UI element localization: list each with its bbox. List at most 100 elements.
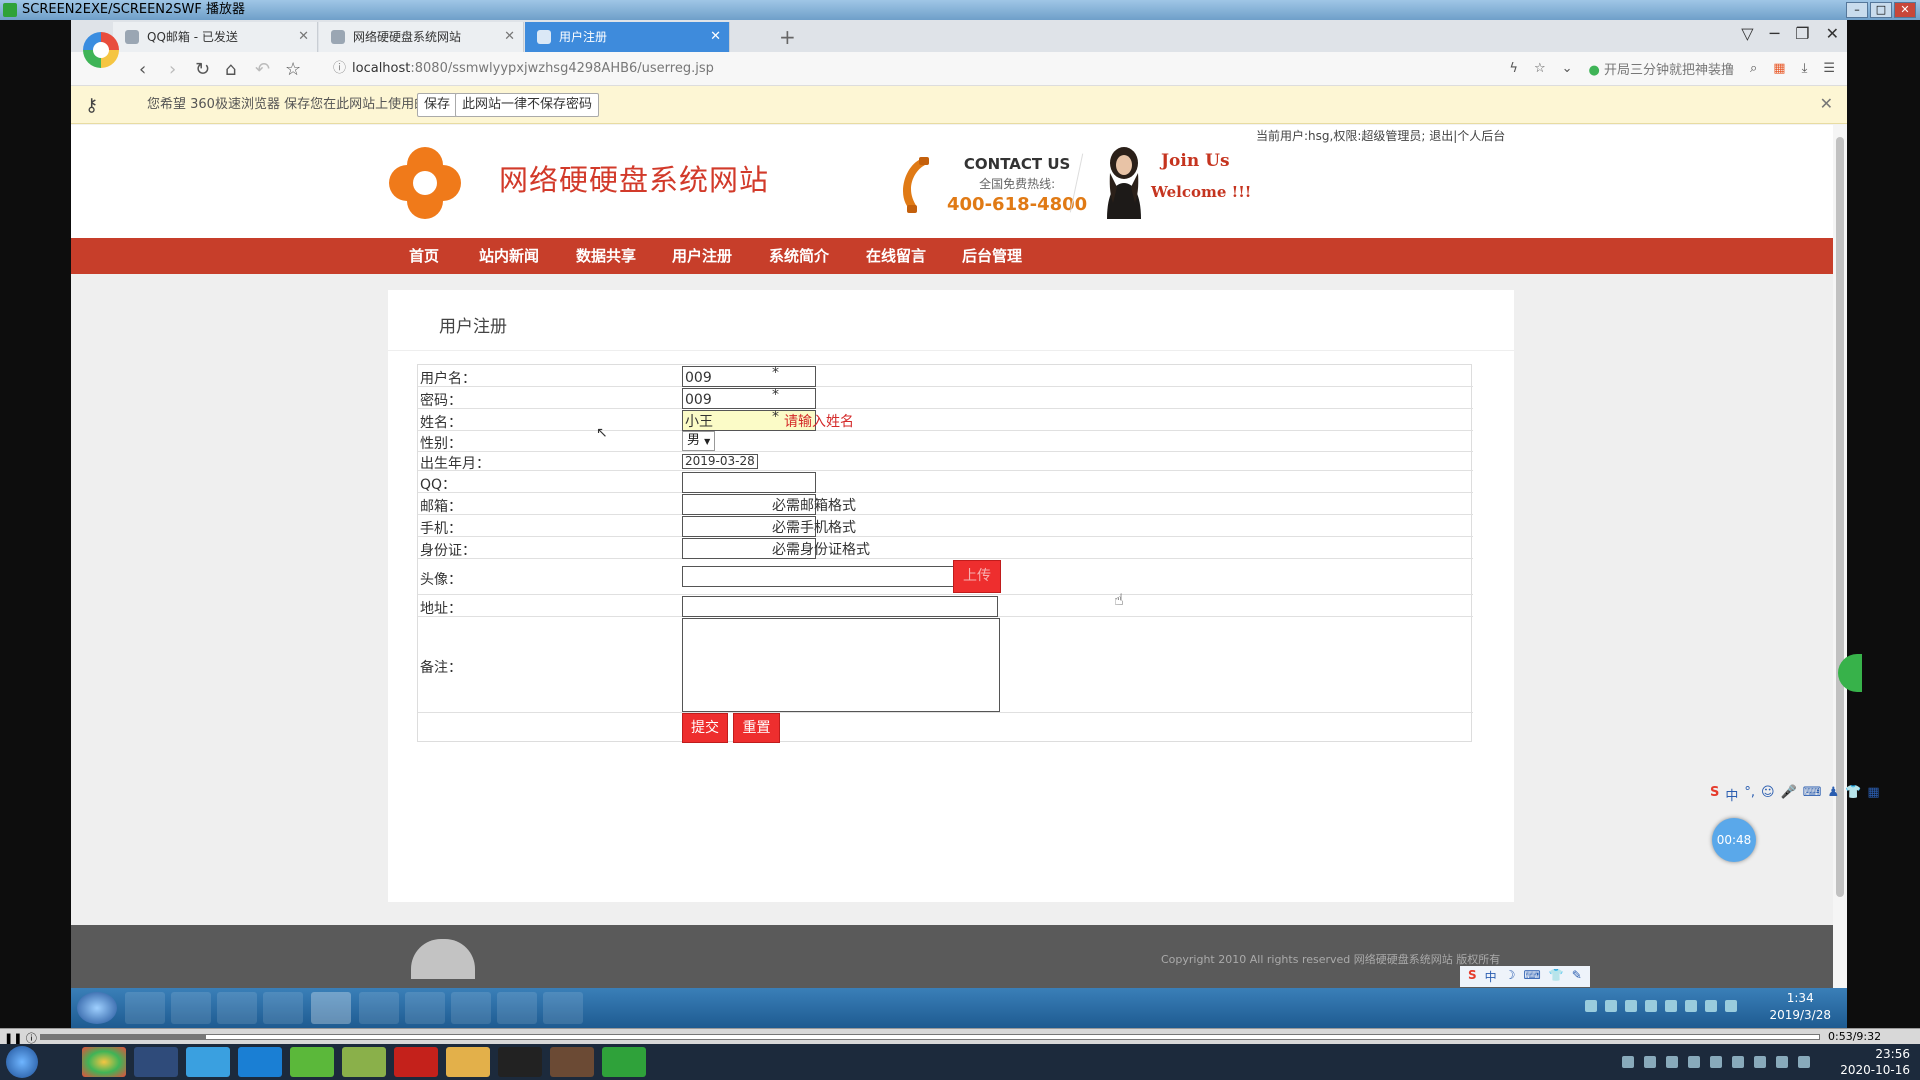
nav-news[interactable]: 站内新闻 <box>479 238 539 274</box>
undo-close-icon[interactable]: ↶ <box>255 59 270 80</box>
browser-minimize-button[interactable]: ─ <box>1770 24 1780 43</box>
tab-user-register[interactable]: 用户注册 ✕ <box>525 22 730 52</box>
forward-icon[interactable]: › <box>169 59 176 80</box>
recorded-ie-icon[interactable] <box>171 992 211 1024</box>
password-bar-close-icon[interactable]: ✕ <box>1820 94 1833 113</box>
ime-mode[interactable]: 中 <box>1725 785 1738 804</box>
lightning-icon[interactable]: ϟ <box>1509 61 1518 76</box>
menu-icon[interactable]: ☰ <box>1823 61 1835 76</box>
url-input[interactable]: ⓘ localhost:8080/ssmwlyypxjwzhsg4298AHB6/… <box>333 58 1233 80</box>
gender-select[interactable]: 男 ▼ <box>682 431 716 451</box>
favorite-icon[interactable]: ☆ <box>1534 61 1546 76</box>
explorer-icon[interactable] <box>446 1047 490 1077</box>
tab-close-icon[interactable]: ✕ <box>504 22 515 52</box>
birth-label: 出生年月： <box>420 456 490 472</box>
eclipse-icon[interactable] <box>134 1047 178 1077</box>
flash-icon[interactable] <box>394 1047 438 1077</box>
nav-message-board[interactable]: 在线留言 <box>866 238 926 274</box>
recorded-app-icon[interactable] <box>125 992 165 1024</box>
remark-textarea[interactable] <box>682 618 1000 712</box>
tab-close-icon[interactable]: ✕ <box>298 22 309 52</box>
player-seek-bar[interactable] <box>40 1034 1820 1040</box>
page-scrollbar[interactable] <box>1833 125 1847 988</box>
moon-icon[interactable]: ☽ <box>1505 968 1516 985</box>
recorded-app-icon[interactable] <box>405 992 445 1024</box>
keyboard-icon[interactable]: ⌨ <box>1803 785 1822 804</box>
tools-icon[interactable]: ✎ <box>1572 968 1582 985</box>
recorded-browser-icon[interactable] <box>311 992 351 1024</box>
username-input[interactable]: 009 <box>682 366 816 387</box>
recorded-app-icon[interactable] <box>497 992 537 1024</box>
save-password-button[interactable]: 保存 <box>417 93 458 117</box>
start-button[interactable] <box>6 1046 38 1078</box>
recorded-start-button[interactable] <box>77 992 117 1024</box>
apps-grid-icon[interactable]: ▦ <box>1773 61 1785 76</box>
player-app-icon[interactable] <box>602 1047 646 1077</box>
tab-close-icon[interactable]: ✕ <box>710 22 721 52</box>
system-clock[interactable]: 23:56 2020-10-16 <box>1840 1046 1910 1078</box>
sogou-ime-icon[interactable]: S <box>1468 968 1477 985</box>
browser-logo-icon[interactable] <box>83 32 119 68</box>
ime-mode[interactable]: 中 <box>1485 968 1497 985</box>
search-promo[interactable]: ● 开局三分钟就把神装撸 <box>1589 59 1735 78</box>
chrome-icon[interactable] <box>82 1047 126 1077</box>
recording-timer[interactable]: 00:48 <box>1712 818 1756 862</box>
bookmark-star-icon[interactable]: ☆ <box>285 59 301 80</box>
qq-icon[interactable] <box>498 1047 542 1077</box>
reload-icon[interactable]: ↻ <box>195 59 210 80</box>
sogou-ime-icon[interactable]: S <box>1710 785 1719 804</box>
tab-site-home[interactable]: 网络硬硬盘系统网站 ✕ <box>319 22 524 52</box>
home-icon[interactable]: ⌂ <box>225 59 236 80</box>
dropdown-icon[interactable]: ⌄ <box>1562 61 1573 76</box>
new-tab-icon[interactable]: + <box>779 22 796 52</box>
reset-button[interactable]: 重置 <box>733 713 780 743</box>
skin-icon[interactable]: 👕 <box>1549 968 1564 985</box>
notepad-icon[interactable] <box>342 1047 386 1077</box>
birth-date-input[interactable]: 2019-03-28 <box>682 454 758 469</box>
scrollbar-thumb[interactable] <box>1836 137 1844 897</box>
nav-user-register[interactable]: 用户注册 <box>672 238 732 274</box>
browser-restore-button[interactable]: ❐ <box>1795 24 1809 43</box>
submit-button[interactable]: 提交 <box>682 713 728 743</box>
player-close-button[interactable]: ✕ <box>1894 2 1916 18</box>
nav-data-share[interactable]: 数据共享 <box>576 238 636 274</box>
tab-qq-mail[interactable]: QQ邮箱 - 已发送 ✕ <box>113 22 318 52</box>
qq-browser-icon[interactable] <box>238 1047 282 1077</box>
site-logo-icon[interactable] <box>389 147 461 219</box>
recorded-app-icon[interactable] <box>451 992 491 1024</box>
nav-system-intro[interactable]: 系统简介 <box>769 238 829 274</box>
browser-close-button[interactable]: ✕ <box>1826 24 1839 43</box>
site-info-icon[interactable]: ⓘ <box>333 61 346 76</box>
recorded-folder-icon[interactable] <box>217 992 257 1024</box>
skin-icon[interactable]: 👕 <box>1845 785 1861 804</box>
download-icon[interactable]: ⤓ <box>1802 61 1808 76</box>
address-input[interactable] <box>682 596 998 617</box>
recorded-app-icon[interactable] <box>543 992 583 1024</box>
player-minimize-button[interactable]: – <box>1846 2 1868 18</box>
current-user-info[interactable]: 当前用户:hsg,权限:超级管理员; 退出|个人后台 <box>1256 127 1505 144</box>
app-icon[interactable] <box>290 1047 334 1077</box>
user-icon[interactable]: ♟ <box>1828 785 1840 804</box>
recorded-clock[interactable]: 1:34 2019/3/28 <box>1769 990 1831 1024</box>
recorded-media-icon[interactable] <box>263 992 303 1024</box>
upload-button[interactable]: 上传 <box>953 560 1001 593</box>
browser-pin-icon[interactable]: ▽ <box>1741 24 1753 43</box>
key-icon: ⚷ <box>85 95 99 116</box>
punctuation-icon[interactable]: °, <box>1744 785 1755 804</box>
nav-admin[interactable]: 后台管理 <box>962 238 1022 274</box>
never-save-password-button[interactable]: 此网站一律不保存密码 <box>455 93 600 117</box>
password-input[interactable]: 009 <box>682 388 816 409</box>
baidu-netdisk-icon[interactable] <box>186 1047 230 1077</box>
avatar-path-input[interactable] <box>682 566 998 587</box>
qq-input[interactable] <box>682 472 816 493</box>
back-icon[interactable]: ‹ <box>139 59 146 80</box>
recorded-app-icon[interactable] <box>359 992 399 1024</box>
nav-home[interactable]: 首页 <box>409 238 439 274</box>
player-maximize-button[interactable]: □ <box>1870 2 1892 18</box>
emoji-icon[interactable]: ☺ <box>1761 785 1775 804</box>
search-icon[interactable]: ⌕ <box>1750 61 1757 76</box>
microphone-icon[interactable]: 🎤 <box>1781 785 1797 804</box>
photo-app-icon[interactable] <box>550 1047 594 1077</box>
keyboard-icon[interactable]: ⌨ <box>1523 968 1540 985</box>
grid-icon[interactable]: ▦ <box>1867 785 1879 804</box>
